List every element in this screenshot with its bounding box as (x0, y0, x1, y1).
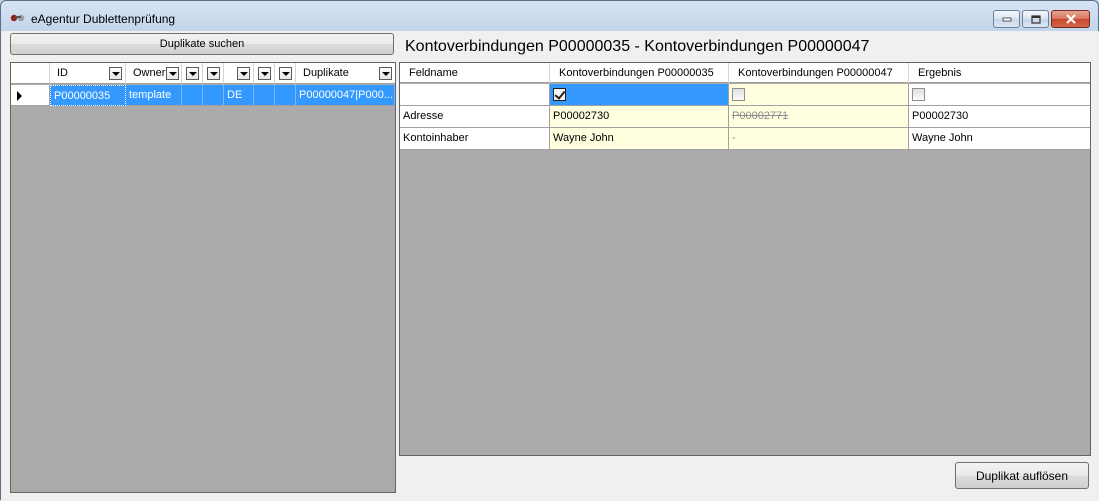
column-header-owner[interactable]: Owner (126, 63, 182, 84)
filter-dropdown-icon[interactable] (279, 67, 292, 80)
app-icon (10, 14, 25, 22)
maximize-icon (1030, 14, 1041, 24)
minimize-icon (1002, 17, 1011, 22)
maximize-button[interactable] (1022, 10, 1049, 28)
cell-fieldname: Adresse (400, 106, 550, 128)
cell-select-left[interactable] (550, 84, 729, 106)
column-header-5[interactable] (224, 63, 254, 84)
cell-id[interactable]: P00000035 (50, 85, 126, 106)
filter-dropdown-icon[interactable] (379, 67, 392, 80)
minimize-button[interactable] (993, 10, 1020, 28)
cell-col6[interactable] (254, 85, 275, 106)
row-selector[interactable] (11, 85, 50, 106)
close-button[interactable] (1051, 10, 1090, 28)
cell-country[interactable]: DE (224, 85, 254, 106)
cell-duplicates[interactable]: P00000047|P000... (296, 85, 395, 106)
main-window: eAgentur Dublettenprüfung Duplikate such… (0, 0, 1099, 501)
title-bar[interactable]: eAgentur Dublettenprüfung (1, 1, 1098, 31)
window-title: eAgentur Dublettenprüfung (31, 12, 176, 26)
column-label: ID (57, 67, 68, 79)
cell-right-value[interactable]: - (729, 128, 909, 150)
column-header-id[interactable]: ID (50, 63, 126, 84)
filter-dropdown-icon[interactable] (237, 67, 250, 80)
filter-dropdown-icon[interactable] (207, 67, 220, 80)
select-right-checkbox[interactable] (732, 88, 745, 101)
cell-result-value[interactable]: Wayne John (909, 128, 1090, 150)
cell-left-value[interactable]: Wayne John (550, 128, 729, 150)
comparison-heading: Kontoverbindungen P00000035 - Kontoverbi… (405, 38, 870, 55)
close-icon (1065, 14, 1076, 24)
cell-col4[interactable] (203, 85, 224, 106)
resolve-duplicate-button[interactable]: Duplikat auflösen (955, 462, 1089, 489)
select-result-checkbox[interactable] (912, 88, 925, 101)
table-row[interactable]: P00000035 template DE P00000047|P000... (11, 85, 395, 106)
cell-select-right[interactable] (729, 84, 909, 106)
filter-dropdown-icon[interactable] (166, 67, 179, 80)
column-label: Duplikate (303, 67, 349, 79)
column-header-left-record[interactable]: Kontoverbindungen P00000035 (550, 63, 729, 83)
find-duplicates-button[interactable]: Duplikate suchen (10, 33, 394, 55)
cell-left-value[interactable]: P00002730 (550, 106, 729, 128)
cell-select-result[interactable] (909, 84, 1090, 106)
filter-dropdown-icon[interactable] (186, 67, 199, 80)
table-row[interactable]: Adresse P00002730 P00002771 P00002730 (400, 106, 1090, 128)
grid-header: ID Owner Duplikate (11, 63, 395, 84)
row-header-corner (11, 63, 50, 84)
cell-col7[interactable] (275, 85, 296, 106)
cell-result-value[interactable]: P00002730 (909, 106, 1090, 128)
column-header-result[interactable]: Ergebnis (909, 63, 1090, 83)
column-label: Owner (133, 67, 166, 79)
current-row-arrow-icon (17, 91, 22, 101)
duplicates-grid[interactable]: ID Owner Duplikate P00000035 template DE… (10, 62, 396, 493)
filter-dropdown-icon[interactable] (109, 67, 122, 80)
cell-right-value[interactable]: P00002771 (729, 106, 909, 128)
filter-dropdown-icon[interactable] (258, 67, 271, 80)
cell-fieldname: Kontoinhaber (400, 128, 550, 150)
cell-col3[interactable] (182, 85, 203, 106)
column-header-7[interactable] (275, 63, 296, 84)
column-header-4[interactable] (203, 63, 224, 84)
column-header-3[interactable] (182, 63, 203, 84)
checkbox-row (400, 84, 1090, 106)
column-header-fieldname[interactable]: Feldname (400, 63, 550, 83)
column-header-right-record[interactable]: Kontoverbindungen P00000047 (729, 63, 909, 83)
cell-owner[interactable]: template (126, 85, 182, 106)
table-row[interactable]: Kontoinhaber Wayne John - Wayne John (400, 128, 1090, 150)
comparison-grid[interactable]: Feldname Kontoverbindungen P00000035 Kon… (399, 62, 1091, 456)
column-header-duplicates[interactable]: Duplikate (296, 63, 395, 84)
select-left-checkbox[interactable] (553, 88, 566, 101)
cell-fieldname-empty (400, 84, 550, 106)
comparison-grid-header: Feldname Kontoverbindungen P00000035 Kon… (400, 63, 1090, 83)
column-header-6[interactable] (254, 63, 275, 84)
